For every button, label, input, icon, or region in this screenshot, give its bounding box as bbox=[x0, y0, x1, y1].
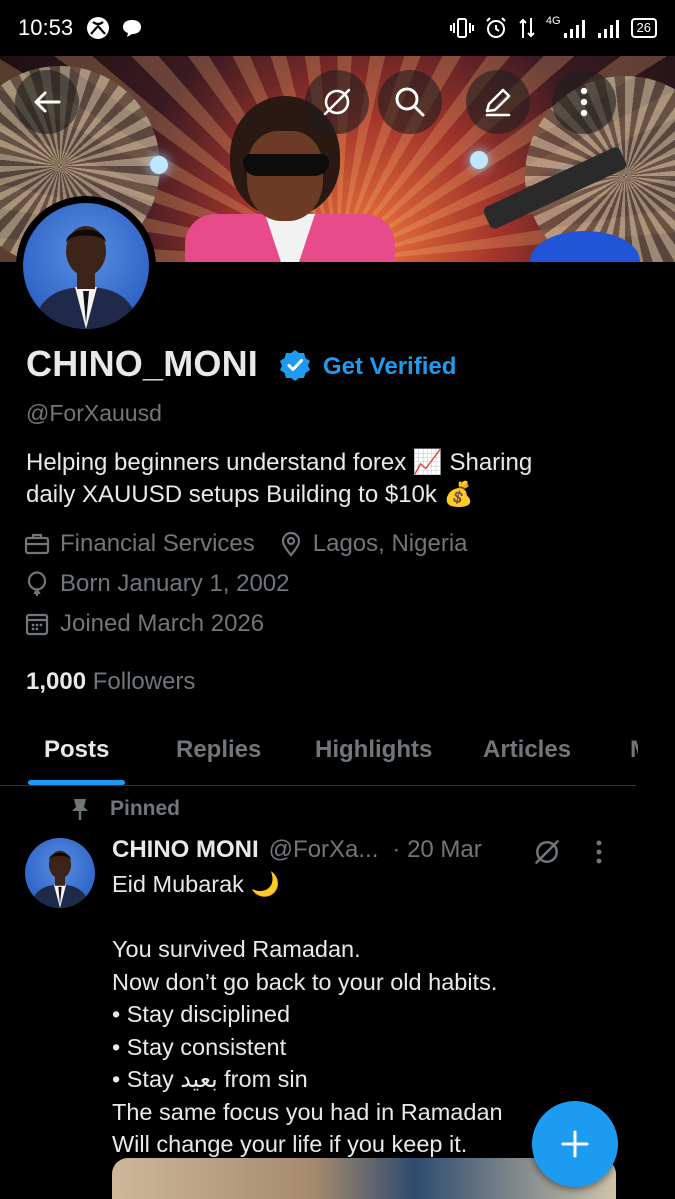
post-grok-button[interactable] bbox=[532, 837, 562, 872]
followers-link[interactable]: 1,000 Followers bbox=[26, 668, 195, 696]
vibrate-icon bbox=[449, 18, 474, 38]
profile-location: Lagos, Nigeria bbox=[312, 530, 468, 557]
briefcase-icon bbox=[24, 533, 50, 555]
compose-button[interactable] bbox=[532, 1101, 618, 1187]
profile-bio: Helping beginners understand forex 📈 Sha… bbox=[26, 447, 646, 511]
status-right: 4G 26 bbox=[449, 15, 657, 40]
status-time: 10:53 bbox=[18, 15, 74, 40]
profile-meta-row-1: Financial Services Lagos, Nigeria bbox=[24, 530, 468, 558]
plus-icon bbox=[561, 1130, 589, 1158]
post-author-handle[interactable]: @ForXa... bbox=[269, 836, 379, 864]
more-vertical-icon bbox=[596, 840, 602, 864]
search-icon bbox=[395, 87, 425, 117]
profile-joined: Joined March 2026 bbox=[60, 610, 265, 637]
post-date[interactable]: · 20 Mar bbox=[392, 836, 481, 864]
profile-avatar[interactable] bbox=[16, 196, 156, 336]
pinned-label: Pinned bbox=[110, 797, 181, 820]
location-pin-icon bbox=[281, 531, 300, 557]
edit-button[interactable] bbox=[466, 70, 530, 134]
grok-icon bbox=[535, 840, 559, 864]
post-author-avatar[interactable] bbox=[25, 838, 95, 908]
verified-badge-icon bbox=[280, 350, 310, 381]
bio-line: Helping beginners understand forex 📈 Sha… bbox=[26, 449, 533, 476]
profile-name: CHINO_MONI bbox=[26, 343, 259, 384]
bio-line: daily XAUUSD setups Building to $10k 💰 bbox=[26, 481, 474, 508]
post-header: CHINO MONI @ForXa... · 20 Mar bbox=[112, 836, 482, 864]
back-arrow-icon bbox=[34, 91, 61, 113]
grok-button[interactable] bbox=[305, 70, 369, 134]
signal-icon bbox=[563, 20, 585, 38]
more-options-button[interactable] bbox=[552, 70, 616, 134]
banner-light bbox=[470, 151, 488, 169]
post-text: Eid Mubarak 🌙 You survived Ramadan. Now … bbox=[112, 871, 503, 1157]
profile-handle: @ForXauusd bbox=[26, 400, 162, 426]
profile-category: Financial Services bbox=[60, 530, 255, 557]
post-author-name[interactable]: CHINO MONI bbox=[112, 836, 259, 864]
chat-bubble-icon bbox=[123, 20, 142, 37]
profile-meta-row-3: Joined March 2026 bbox=[24, 610, 264, 638]
profile-meta-row-2: Born January 1, 2002 bbox=[24, 570, 290, 598]
back-button[interactable] bbox=[15, 70, 79, 134]
status-bar: 10:53 4G 26 bbox=[0, 0, 675, 56]
data-transfer-icon bbox=[519, 18, 535, 38]
balloon-icon bbox=[27, 571, 47, 596]
signal-icon-2 bbox=[597, 20, 619, 38]
get-verified-link[interactable]: Get Verified bbox=[323, 353, 456, 381]
grok-icon bbox=[323, 88, 351, 116]
profile-tabs: Posts Replies Highlights Articles M bbox=[0, 722, 638, 786]
calendar-icon bbox=[25, 613, 49, 636]
followers-count: 1,000 bbox=[26, 668, 87, 695]
tab-replies[interactable]: Replies bbox=[176, 736, 261, 764]
tab-posts[interactable]: Posts bbox=[44, 736, 109, 764]
pinned-indicator: Pinned bbox=[70, 797, 180, 821]
network-type: 4G bbox=[545, 15, 561, 27]
tab-media[interactable]: M bbox=[630, 736, 638, 764]
edit-icon bbox=[485, 88, 511, 117]
more-vertical-icon bbox=[580, 87, 588, 117]
avatar-person-image bbox=[33, 226, 139, 329]
post-more-button[interactable] bbox=[593, 838, 605, 871]
battery-indicator: 26 bbox=[630, 18, 657, 38]
followers-label: Followers bbox=[92, 668, 196, 695]
banner-light bbox=[150, 156, 168, 174]
profile-birthdate: Born January 1, 2002 bbox=[60, 570, 290, 597]
tab-highlights[interactable]: Highlights bbox=[315, 736, 432, 764]
pin-icon bbox=[72, 799, 88, 820]
avatar-person-image bbox=[30, 850, 90, 908]
xbox-icon bbox=[87, 17, 110, 39]
active-tab-indicator bbox=[28, 780, 125, 785]
search-button[interactable] bbox=[378, 70, 442, 134]
alarm-icon bbox=[486, 17, 506, 38]
tab-articles[interactable]: Articles bbox=[483, 736, 571, 764]
